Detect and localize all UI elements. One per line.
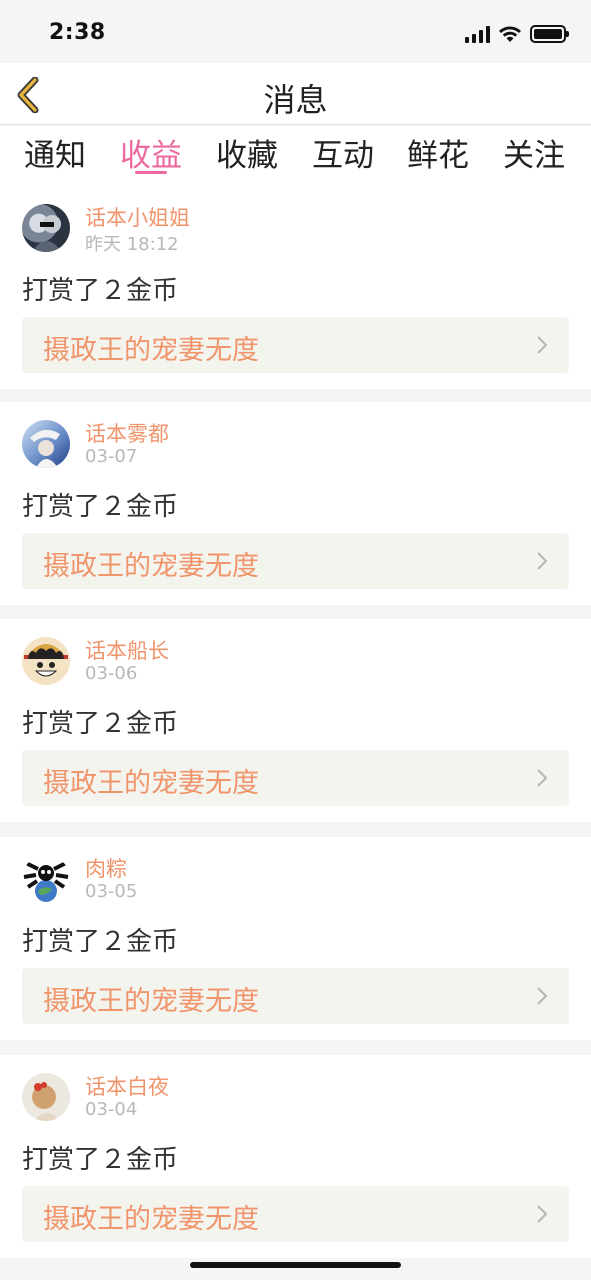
signal-icon (465, 25, 490, 43)
chevron-right-icon (537, 769, 548, 787)
avatar[interactable] (22, 204, 70, 252)
message-text: 打赏了２金币 (22, 492, 179, 522)
tab-following[interactable]: 关注 (491, 130, 577, 175)
status-bar: 2:38 (0, 0, 591, 63)
tab-favorites[interactable]: 收藏 (204, 130, 290, 175)
tab-bar: 通知 收益 收藏 互动 鲜花 关注 (0, 126, 591, 186)
message-time: 03-07 (85, 446, 138, 467)
message-card: 话本船长 03-06 打赏了２金币 摄政王的宠妻无度 (0, 619, 591, 822)
user-name[interactable]: 肉粽 (85, 853, 127, 883)
avatar[interactable] (22, 420, 70, 468)
work-title: 摄政王的宠妻无度 (43, 1204, 259, 1235)
message-text: 打赏了２金币 (22, 1145, 179, 1175)
message-text: 打赏了２金币 (22, 927, 179, 957)
work-link[interactable]: 摄政王的宠妻无度 (22, 1186, 569, 1242)
tab-flowers[interactable]: 鲜花 (395, 130, 481, 175)
avatar[interactable] (22, 637, 70, 685)
message-card: 话本小姐姐 昨天 18:12 打赏了２金币 摄政王的宠妻无度 (0, 186, 591, 389)
user-name[interactable]: 话本船长 (85, 635, 169, 665)
tab-active-indicator (135, 171, 167, 174)
avatar[interactable] (22, 1073, 70, 1121)
tab-earnings[interactable]: 收益 (108, 130, 194, 175)
message-card: 话本雾都 03-07 打赏了２金币 摄政王的宠妻无度 (0, 402, 591, 605)
message-time: 03-06 (85, 663, 138, 684)
work-link[interactable]: 摄政王的宠妻无度 (22, 968, 569, 1024)
nav-bar: 消息 (0, 63, 591, 125)
chevron-right-icon (537, 1205, 548, 1223)
work-title: 摄政王的宠妻无度 (43, 551, 259, 582)
status-time: 2:38 (49, 20, 106, 45)
message-time: 03-04 (85, 1099, 138, 1120)
work-link[interactable]: 摄政王的宠妻无度 (22, 750, 569, 806)
message-card: 话本白夜 03-04 打赏了２金币 摄政王的宠妻无度 (0, 1055, 591, 1258)
user-name[interactable]: 话本小姐姐 (85, 202, 190, 232)
chevron-right-icon (537, 552, 548, 570)
work-link[interactable]: 摄政王的宠妻无度 (22, 317, 569, 373)
message-time: 03-05 (85, 881, 138, 902)
work-title: 摄政王的宠妻无度 (43, 986, 259, 1017)
status-icons (465, 25, 569, 43)
message-text: 打赏了２金币 (22, 276, 179, 306)
message-time: 昨天 18:12 (85, 234, 179, 255)
battery-icon (530, 25, 569, 43)
page-title: 消息 (263, 81, 328, 119)
work-link[interactable]: 摄政王的宠妻无度 (22, 533, 569, 589)
home-indicator[interactable] (190, 1262, 401, 1268)
tab-notifications[interactable]: 通知 (12, 130, 98, 175)
user-name[interactable]: 话本雾都 (85, 418, 169, 448)
tab-interactions[interactable]: 互动 (300, 130, 386, 175)
chevron-right-icon (537, 987, 548, 1005)
message-text: 打赏了２金币 (22, 709, 179, 739)
work-title: 摄政王的宠妻无度 (43, 335, 259, 366)
user-name[interactable]: 话本白夜 (85, 1071, 169, 1101)
avatar[interactable] (22, 855, 70, 903)
chevron-right-icon (537, 336, 548, 354)
wifi-icon (499, 26, 521, 42)
work-title: 摄政王的宠妻无度 (43, 768, 259, 799)
message-card: 肉粽 03-05 打赏了２金币 摄政王的宠妻无度 (0, 837, 591, 1040)
